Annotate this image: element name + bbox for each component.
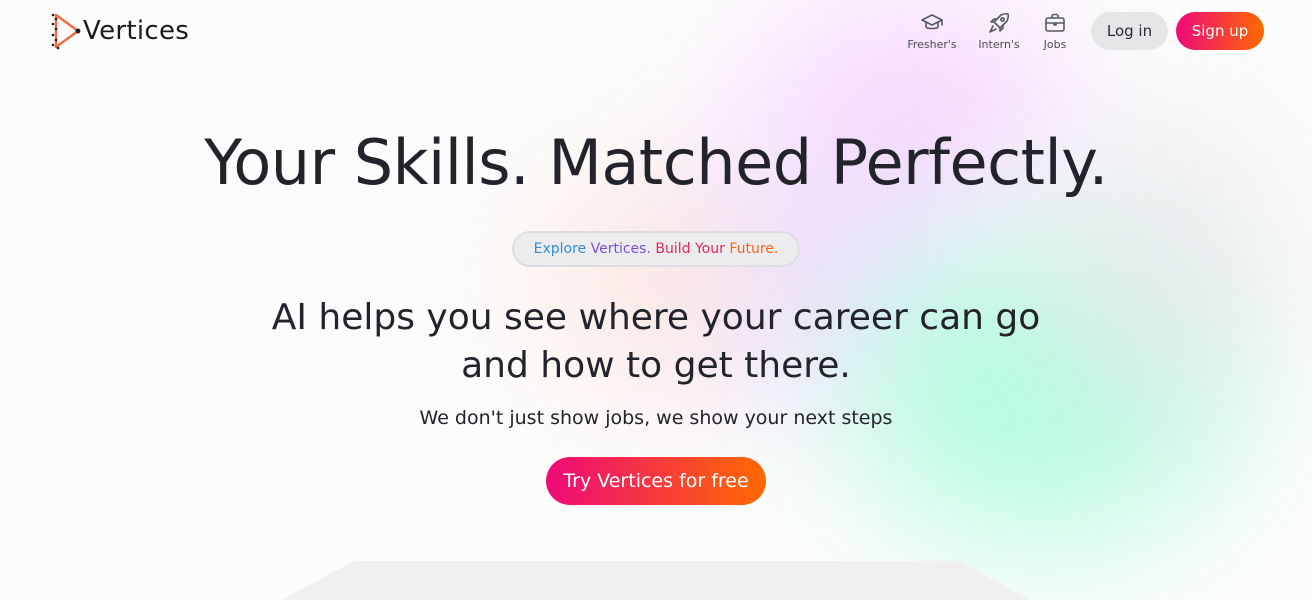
rocket-icon bbox=[989, 12, 1010, 33]
nav-jobs-label: Jobs bbox=[1043, 38, 1067, 51]
nav-freshers-label: Fresher's bbox=[907, 38, 957, 51]
hero-title: Your Skills. Matched Perfectly. bbox=[204, 126, 1108, 199]
nav-interns-label: Intern's bbox=[978, 38, 1020, 51]
pill-text-build: Build Your bbox=[655, 241, 725, 257]
pill-text-explore: Explore bbox=[533, 241, 587, 257]
graduation-cap-icon bbox=[921, 14, 943, 30]
nav-interns[interactable]: Intern's bbox=[976, 11, 1022, 51]
login-button[interactable]: Log in bbox=[1091, 12, 1168, 50]
nav-jobs[interactable]: Jobs bbox=[1038, 11, 1072, 51]
signup-button[interactable]: Sign up bbox=[1176, 12, 1264, 50]
pill-text-vertices: Vertices. bbox=[590, 241, 651, 257]
briefcase-icon bbox=[1045, 13, 1065, 32]
hero-subtitle-line-1: AI helps you see where your career can g… bbox=[271, 297, 1041, 338]
brand-name: Vertices bbox=[83, 16, 190, 46]
hero-subtitle: AI helps you see where your career can g… bbox=[156, 294, 1156, 390]
hero-subtitle-line-2: and how to get there. bbox=[461, 345, 851, 386]
navbar: Vertices Fresher's Intern's Jobs Log in … bbox=[0, 0, 1312, 64]
hero-tagline: We don't just show jobs, we show your ne… bbox=[419, 407, 893, 429]
brand-logo[interactable]: Vertices bbox=[50, 10, 189, 52]
vertices-logo-icon bbox=[51, 13, 81, 50]
try-free-button[interactable]: Try Vertices for free bbox=[546, 457, 766, 505]
preview-panel-edge bbox=[0, 561, 1312, 600]
pill-text-future: Future. bbox=[729, 241, 779, 257]
tagline-pill: Explore Vertices. Build Your Future. bbox=[512, 231, 800, 267]
nav-freshers[interactable]: Fresher's bbox=[906, 11, 958, 51]
